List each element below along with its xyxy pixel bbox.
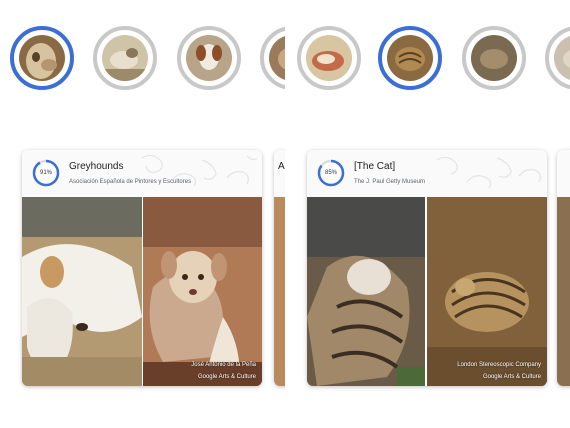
card-header: 85% [The Cat] The J. Paul Getty Museum [307, 150, 547, 197]
match-thumbnail-cat-4[interactable] [545, 26, 570, 90]
card-header: A [274, 150, 285, 197]
artwork-image: London Stereoscopic Company Google Arts … [427, 197, 547, 386]
match-thumbnail-dog-3[interactable] [177, 26, 241, 90]
match-thumbnail-cat-2[interactable] [378, 26, 442, 90]
cat-artwork-thumbnail [387, 35, 433, 81]
painting-thumbnail [554, 35, 570, 81]
artwork-title: [The Cat] [354, 161, 396, 172]
photo-credit: London Stereoscopic Company [457, 362, 541, 368]
match-card-the-cat[interactable]: 85% [The Cat] The J. Paul Getty Museum L… [307, 150, 547, 386]
match-thumbnail-cat-3[interactable] [462, 26, 526, 90]
painting-thumbnail [102, 35, 148, 81]
artwork-source: Asociación Española de Pintores y Escult… [69, 179, 192, 185]
dog-photo-thumbnail [19, 35, 65, 81]
artwork-source: The J. Paul Getty Museum [354, 179, 426, 185]
photo-credit: José Antonio de la Peña [191, 362, 256, 368]
painting-thumbnail [306, 35, 352, 81]
google-arts-culture-logo: Google Arts & Culture [197, 374, 256, 380]
match-card-partial[interactable]: A [274, 150, 285, 386]
match-thumbnail-cat-1[interactable] [297, 26, 361, 90]
card-header: 91% Greyhounds Asociación Española de Pi… [22, 150, 262, 197]
painting-thumbnail [269, 35, 285, 81]
matches-panel-right: 85% [The Cat] The J. Paul Getty Museum L… [285, 0, 570, 428]
match-percent-label: 91% [39, 170, 52, 176]
match-card-partial[interactable] [557, 150, 570, 386]
match-card-greyhounds[interactable]: 91% Greyhounds Asociación Española de Pi… [22, 150, 262, 386]
painting-thumbnail [186, 35, 232, 81]
artwork-title-fragment: A [278, 161, 285, 172]
user-photo [307, 197, 425, 386]
match-thumbnail-dog-2[interactable] [93, 26, 157, 90]
match-thumbnail-dog-1[interactable] [10, 26, 74, 90]
matches-panel-left: 91% Greyhounds Asociación Española de Pi… [0, 0, 285, 428]
match-percent-label: 85% [324, 170, 337, 176]
match-thumbnail-dog-4[interactable] [260, 26, 285, 90]
painting-thumbnail [471, 35, 517, 81]
artwork-image [274, 197, 285, 386]
artwork-title: Greyhounds [69, 161, 124, 172]
card-header [557, 150, 570, 197]
user-photo [22, 197, 142, 386]
artwork-image: José Antonio de la Peña Google Arts & Cu… [143, 197, 262, 386]
artwork-image [557, 197, 570, 386]
google-arts-culture-logo: Google Arts & Culture [482, 374, 541, 380]
